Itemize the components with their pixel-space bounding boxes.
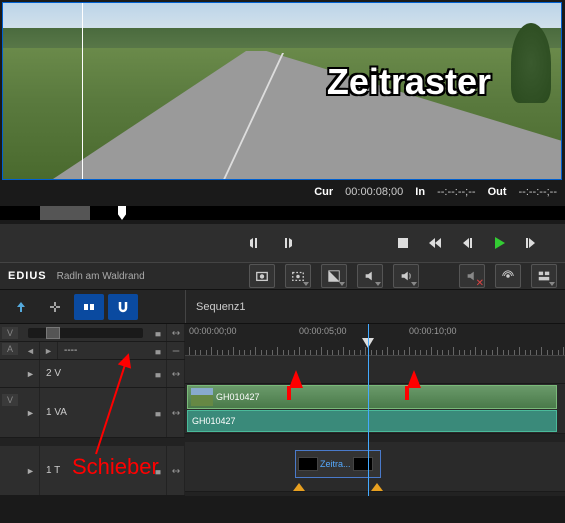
clip-name: GH010427 (192, 416, 236, 426)
video-scale-row: V (0, 324, 185, 342)
time-ruler[interactable]: 00:00:00;00 00:00:05;00 00:00:10;00 (185, 324, 565, 356)
track-2v-label: 2 V (40, 368, 149, 379)
next-frame-button[interactable] (517, 229, 545, 257)
timeline: V A ◄ ► ---- ► 2 V (0, 324, 565, 496)
capture-still-button[interactable] (285, 264, 311, 288)
expand-icon[interactable]: ► (22, 360, 40, 387)
title-thumb (298, 457, 318, 471)
contrast-button[interactable] (321, 264, 347, 288)
volume-button[interactable] (357, 264, 383, 288)
track-lock-icon[interactable] (149, 342, 167, 359)
mute-button[interactable]: ✕ (459, 264, 485, 288)
preview-tree (511, 23, 551, 103)
play-button[interactable] (485, 229, 513, 257)
scale-right-icon[interactable]: ► (40, 342, 58, 359)
track-link-icon[interactable] (167, 342, 185, 359)
position-marker[interactable] (118, 206, 126, 220)
video-clip[interactable]: GH010427 (187, 385, 557, 409)
rewind-button[interactable] (421, 229, 449, 257)
track-headers: V A ◄ ► ---- ► 2 V (0, 324, 185, 496)
cur-value[interactable]: 00:00:08;00 (345, 186, 403, 198)
video-scale-thumb[interactable] (46, 327, 60, 339)
ruler-tick: 00:00:10;00 (409, 326, 457, 336)
scale-left-icon[interactable]: ◄ (22, 342, 40, 359)
track-lane-2v[interactable] (185, 356, 565, 384)
track-link-icon[interactable] (167, 324, 185, 341)
clip-thumbnail (191, 388, 213, 406)
v-label: V (2, 327, 18, 339)
app-logo: EDIUS (8, 270, 47, 282)
pan-button[interactable] (393, 264, 419, 288)
track-head-1va[interactable]: V ► 1 VA (0, 388, 185, 438)
in-label: In (415, 186, 425, 198)
audio-scale-row: A ◄ ► ---- (0, 342, 185, 360)
track-lock-icon[interactable] (149, 324, 167, 341)
v-patch[interactable]: V (2, 394, 18, 406)
set-in-button[interactable] (241, 229, 269, 257)
track-1t-label: 1 T (40, 465, 149, 476)
track-link-icon[interactable] (167, 446, 185, 495)
project-name: Radln am Waldrand (57, 271, 145, 282)
stop-button[interactable] (389, 229, 417, 257)
in-value[interactable]: --:--:--;-- (437, 186, 475, 198)
track-1va-label: 1 VA (40, 407, 149, 418)
track-head-2v[interactable]: ► 2 V (0, 360, 185, 388)
track-lane-1t[interactable]: Zeitra... (185, 442, 565, 492)
expand-icon[interactable]: ► (22, 388, 40, 437)
fade-out-icon[interactable] (371, 483, 383, 491)
track-lane-1va[interactable]: GH010427 GH010427 (185, 384, 565, 434)
track-link-icon[interactable] (167, 360, 185, 387)
expand-icon[interactable]: ► (22, 446, 40, 495)
preview-monitor[interactable]: Zeitraster (2, 2, 562, 180)
timeline-tracks[interactable]: 00:00:00;00 00:00:05;00 00:00:10;00 GH01… (185, 324, 565, 496)
normal-mode-button[interactable] (6, 294, 36, 320)
video-scale-slider[interactable] (28, 328, 143, 338)
track-lock-icon[interactable] (149, 388, 167, 437)
snap-button[interactable] (108, 294, 138, 320)
transport-controls (0, 224, 565, 262)
layout-button[interactable] (531, 264, 557, 288)
ruler-tick: 00:00:00;00 (189, 326, 237, 336)
out-label: Out (488, 186, 507, 198)
ruler-tick: 00:00:05;00 (299, 326, 347, 336)
audio-clip[interactable]: GH010427 (187, 410, 557, 432)
track-lock-icon[interactable] (149, 446, 167, 495)
title-thumb (353, 457, 373, 471)
sequence-tab[interactable]: Sequenz1 (186, 301, 256, 313)
track-link-icon[interactable] (167, 388, 185, 437)
prev-frame-button[interactable] (453, 229, 481, 257)
preview-playhead (82, 3, 83, 179)
clip-name: Zeitra... (320, 459, 351, 469)
sync-button[interactable] (495, 264, 521, 288)
track-lock-icon[interactable] (149, 360, 167, 387)
timecode-bar: Cur 00:00:08;00 In --:--:--;-- Out --:--… (0, 182, 565, 202)
position-segment (40, 206, 90, 220)
track-head-1t[interactable]: ► 1 T (0, 446, 185, 496)
set-out-button[interactable] (273, 229, 301, 257)
a-label: A (2, 343, 18, 355)
capture-button[interactable] (249, 264, 275, 288)
position-bar[interactable] (0, 206, 565, 220)
trim-mode-button[interactable] (40, 294, 70, 320)
fade-in-icon[interactable] (293, 483, 305, 491)
playhead-line[interactable] (368, 324, 369, 496)
clip-name: GH010427 (216, 392, 260, 402)
app-bar: EDIUS Radln am Waldrand ✕ (0, 262, 565, 290)
group-button[interactable] (74, 294, 104, 320)
out-value[interactable]: --:--:--;-- (519, 186, 557, 198)
tool-row: Sequenz1 (0, 290, 565, 324)
title-overlay: Zeitraster (327, 61, 491, 103)
cur-label: Cur (314, 186, 333, 198)
